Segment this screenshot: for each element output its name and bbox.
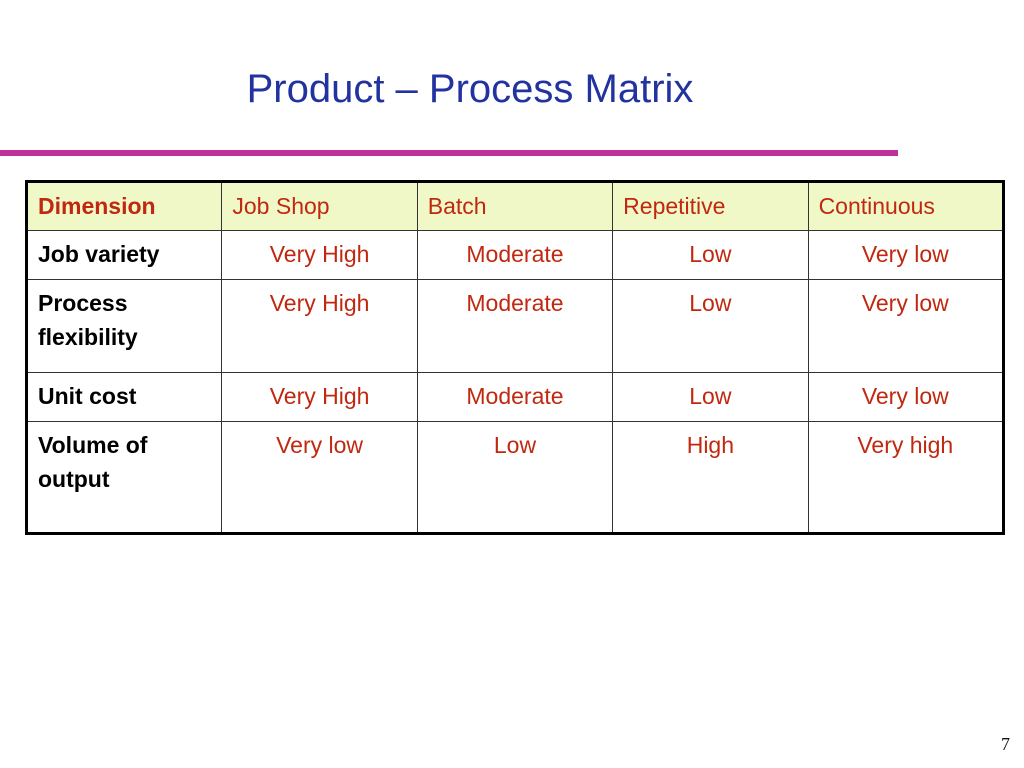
header-repetitive: Repetitive <box>612 181 809 231</box>
table-row: Unit cost Very High Moderate Low Very lo… <box>25 372 1005 422</box>
table-header-row: Dimension Job Shop Batch Repetitive Cont… <box>25 181 1005 231</box>
row-label: Unit cost <box>25 372 223 422</box>
table-cell: Moderate <box>416 279 614 373</box>
table-cell: Low <box>416 421 614 534</box>
row-label: Volume of output <box>25 421 223 534</box>
table-cell: Very low <box>807 230 1005 280</box>
title-divider <box>0 150 898 156</box>
table-row: Job variety Very High Moderate Low Very … <box>25 230 1005 280</box>
table-cell: Very low <box>807 372 1005 422</box>
table-cell: Very low <box>807 279 1005 373</box>
table-cell: Low <box>612 279 809 373</box>
product-process-matrix-table: Dimension Job Shop Batch Repetitive Cont… <box>25 180 1005 535</box>
table-cell: Moderate <box>416 372 614 422</box>
table-cell: Very low <box>221 421 418 534</box>
table-cell: Very High <box>221 372 418 422</box>
row-label: Job variety <box>25 230 223 280</box>
table-cell: Very High <box>221 230 418 280</box>
header-batch: Batch <box>416 181 614 231</box>
table-row: Volume of output Very low Low High Very … <box>25 421 1005 534</box>
table-cell: Low <box>612 372 809 422</box>
header-continuous: Continuous <box>807 181 1005 231</box>
table-cell: Very high <box>807 421 1005 534</box>
table-cell: Very High <box>221 279 418 373</box>
page-number: 7 <box>1001 734 1010 754</box>
table-cell: High <box>612 421 809 534</box>
table-row: Process flexibility Very High Moderate L… <box>25 279 1005 373</box>
header-job-shop: Job Shop <box>221 181 418 231</box>
slide-title: Product – Process Matrix <box>246 67 694 111</box>
row-label: Process flexibility <box>25 279 223 373</box>
table-cell: Moderate <box>416 230 614 280</box>
header-dimension: Dimension <box>25 181 223 231</box>
table-cell: Low <box>612 230 809 280</box>
